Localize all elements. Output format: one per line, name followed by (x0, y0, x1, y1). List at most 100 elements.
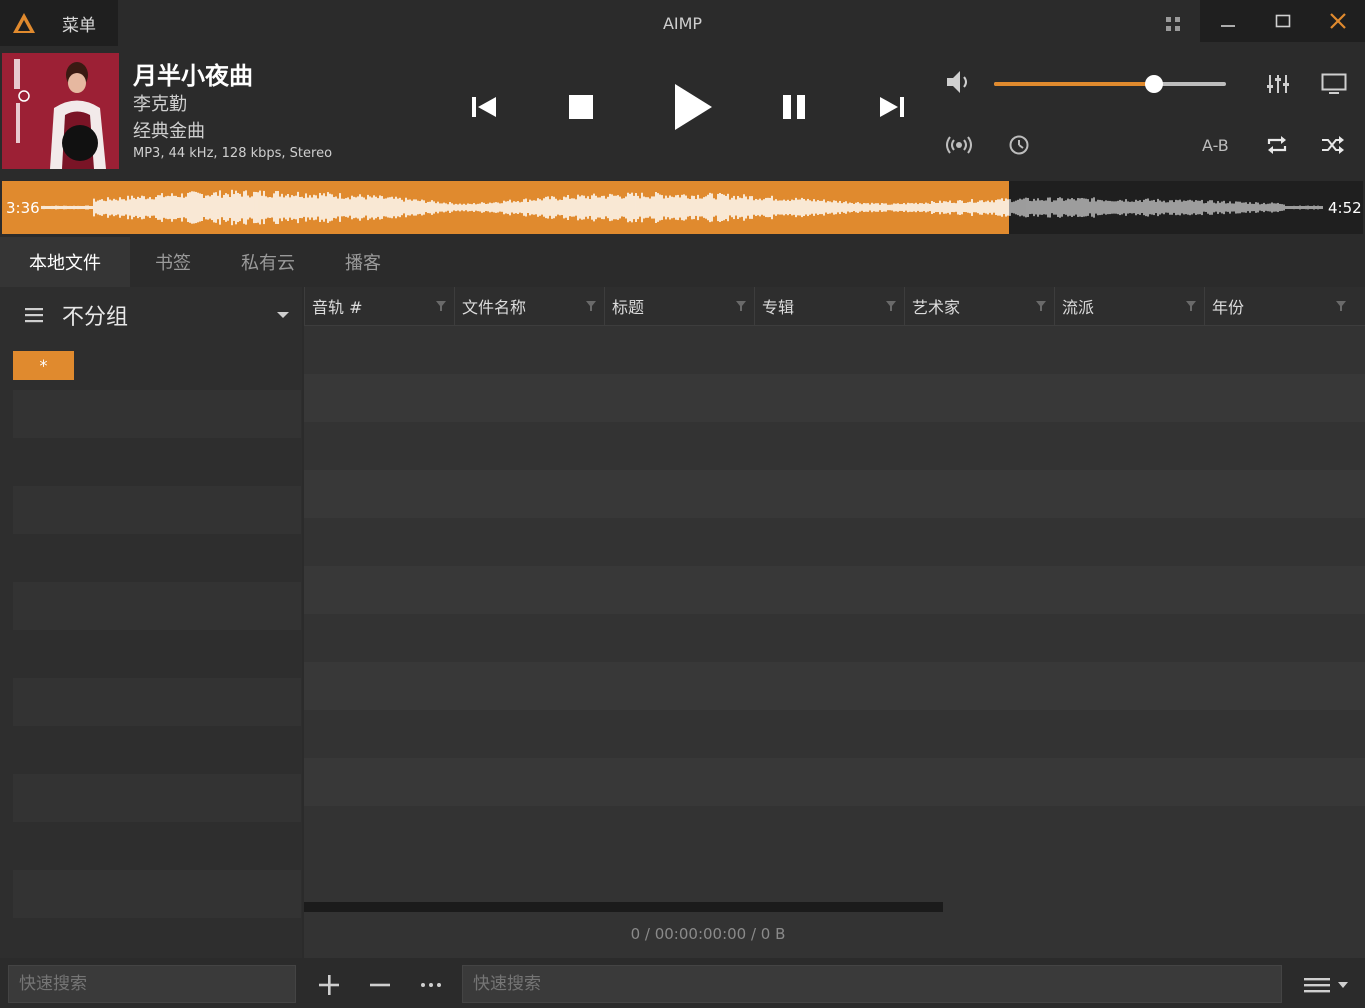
table-row (304, 806, 1365, 854)
aimp-logo-icon (13, 13, 35, 33)
play-icon (675, 84, 712, 130)
scheduler-button[interactable] (1004, 131, 1034, 159)
total-time: 4:52 (1328, 199, 1362, 217)
shuffle-button[interactable] (1318, 131, 1348, 159)
tab-podcasts[interactable]: 播客 (328, 237, 398, 287)
ellipsis-icon (421, 983, 441, 987)
source-tabs: 本地文件 书签 私有云 播客 (0, 237, 1365, 287)
filter-icon[interactable] (886, 301, 896, 311)
track-title: 月半小夜曲 (133, 62, 253, 90)
stop-button[interactable] (561, 87, 601, 127)
column-genre[interactable]: 流派 (1054, 287, 1204, 325)
grouping-selector[interactable]: 不分组 (0, 287, 302, 343)
visualization-button[interactable] (1318, 68, 1350, 100)
track-artist: 李克勤 (133, 94, 187, 115)
playlist-menu-button[interactable] (1296, 970, 1354, 1000)
column-label: 音轨 # (312, 298, 363, 317)
group-list-row (13, 390, 301, 438)
play-button[interactable] (666, 80, 720, 134)
radio-button[interactable] (944, 131, 974, 159)
more-button[interactable] (416, 970, 446, 1000)
pause-button[interactable] (774, 87, 814, 127)
next-icon (880, 97, 904, 117)
column-album[interactable]: 专辑 (754, 287, 904, 325)
menu-button[interactable]: 菜单 (0, 0, 118, 46)
equalizer-button[interactable] (1262, 68, 1294, 100)
table-row (304, 374, 1365, 422)
grid-icon[interactable] (1162, 13, 1184, 35)
filter-icon[interactable] (736, 301, 746, 311)
filter-icon[interactable] (586, 301, 596, 311)
group-list-row (13, 726, 301, 774)
column-title[interactable]: 标题 (604, 287, 754, 325)
table-row (304, 566, 1365, 614)
maximize-button[interactable] (1255, 0, 1310, 42)
hamburger-icon (25, 308, 43, 323)
horizontal-scrollbar[interactable] (304, 902, 943, 912)
group-list-row (13, 534, 301, 582)
group-list-row (13, 486, 301, 534)
volume-button[interactable] (942, 66, 976, 98)
tab-bookmarks[interactable]: 书签 (138, 237, 208, 287)
column-label: 流派 (1062, 298, 1095, 317)
ab-repeat-button[interactable]: A-B (1202, 136, 1229, 155)
group-item-all[interactable]: * (13, 351, 74, 380)
column-year[interactable]: 年份 (1204, 287, 1354, 325)
shuffle-icon (1322, 136, 1344, 154)
minimize-button[interactable] (1200, 0, 1255, 42)
playlist-summary: 0 / 00:00:00:00 / 0 B (630, 925, 786, 943)
column-track-number[interactable]: 音轨 # (304, 287, 454, 325)
remove-button[interactable] (365, 970, 395, 1000)
column-label: 年份 (1212, 298, 1245, 317)
next-button[interactable] (872, 87, 912, 127)
filter-icon[interactable] (1186, 301, 1196, 311)
table-header: 音轨 # 文件名称 标题 专辑 艺术家 流派 年份 (304, 287, 1365, 326)
volume-knob[interactable] (1145, 75, 1163, 93)
add-button[interactable] (314, 970, 344, 1000)
table-row (304, 710, 1365, 758)
pause-icon (783, 95, 805, 119)
group-list-row (13, 438, 301, 486)
previous-button[interactable] (464, 87, 504, 127)
maximize-icon (1275, 14, 1290, 28)
minimize-icon (1220, 25, 1235, 27)
plus-icon (319, 975, 339, 995)
window-controls (1200, 0, 1365, 42)
menu-label: 菜单 (62, 15, 96, 36)
album-art-image (2, 53, 119, 169)
table-row (304, 662, 1365, 710)
group-list-row (13, 822, 301, 870)
column-label: 文件名称 (462, 298, 527, 317)
track-album: 经典金曲 (133, 121, 205, 142)
close-button[interactable] (1310, 0, 1365, 42)
filter-icon[interactable] (1036, 301, 1046, 311)
column-artist[interactable]: 艺术家 (904, 287, 1054, 325)
table-row (304, 518, 1365, 566)
filter-icon[interactable] (436, 301, 446, 311)
grouping-label: 不分组 (62, 305, 129, 330)
album-cover[interactable] (2, 53, 119, 169)
group-search-input[interactable] (8, 965, 296, 1003)
tab-local-files[interactable]: 本地文件 (0, 237, 130, 287)
repeat-button[interactable] (1262, 131, 1292, 159)
monitor-icon (1321, 73, 1347, 94)
table-row (304, 422, 1365, 470)
tab-private-cloud[interactable]: 私有云 (228, 237, 308, 287)
group-list-row (13, 870, 301, 918)
track-format-info: MP3, 44 kHz, 128 kbps, Stereo (133, 146, 333, 161)
close-icon (1329, 13, 1346, 29)
chevron-down-icon (277, 312, 289, 318)
table-row (304, 470, 1365, 518)
title-bar (0, 0, 1365, 48)
column-file-name[interactable]: 文件名称 (454, 287, 604, 325)
filter-icon[interactable] (1336, 301, 1346, 311)
volume-level (994, 82, 1154, 86)
previous-icon (472, 97, 496, 117)
playlist-search-input[interactable] (462, 965, 1282, 1003)
speaker-icon (947, 71, 967, 93)
group-list-row (13, 582, 301, 630)
elapsed-time: 3:36 (6, 199, 40, 217)
waveform (41, 189, 1323, 226)
clock-icon (1009, 135, 1029, 155)
equalizer-icon (1267, 75, 1289, 93)
